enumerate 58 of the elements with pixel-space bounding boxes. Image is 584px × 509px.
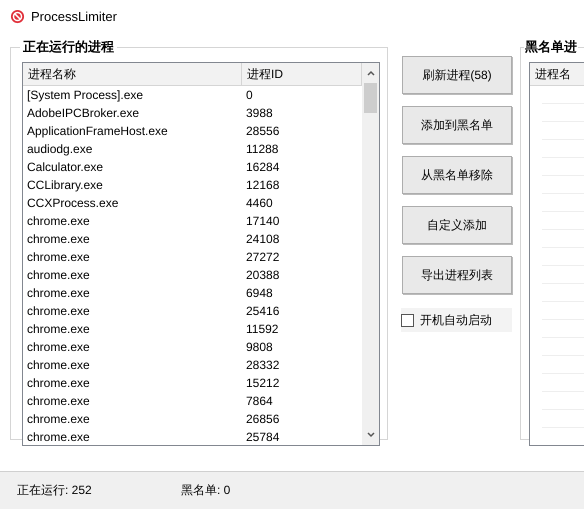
table-cell-text: chrome.exe: [26, 321, 91, 338]
table-cell-text: 27272: [245, 249, 280, 266]
table-cell-text: chrome.exe: [26, 375, 91, 392]
table-cell-text: 20388: [245, 267, 280, 284]
table-cell-text: 25784: [245, 429, 280, 445]
table-cell-text: ApplicationFrameHost.exe: [26, 123, 169, 140]
table-cell-text: 7864: [245, 393, 274, 410]
scroll-down-icon[interactable]: [366, 430, 376, 440]
table-cell-text: 28556: [245, 123, 280, 140]
table-cell-text: audiodg.exe: [26, 141, 94, 158]
scrollbar[interactable]: [362, 63, 379, 445]
table-cell-text: CCLibrary.exe: [26, 177, 104, 194]
status-text: 黑名单: 0: [181, 482, 230, 499]
table-cell-text: 4460: [245, 195, 274, 212]
table-cell-text: 28332: [245, 357, 280, 374]
table-cell-text: 25416: [245, 303, 280, 320]
table-cell-text: 15212: [245, 375, 280, 392]
table-cell-text: chrome.exe: [26, 285, 91, 302]
column-header[interactable]: 进程名称: [23, 63, 242, 85]
table-cell-text: chrome.exe: [26, 339, 91, 356]
app-icon: [10, 8, 25, 24]
table-cell-text: 17140: [245, 213, 280, 230]
table-cell-text: 26856: [245, 411, 280, 428]
group-title: 正在运行的进程: [22, 38, 115, 56]
window-title: ProcessLimiter: [31, 8, 117, 24]
table-cell-text: chrome.exe: [26, 249, 91, 266]
table-cell-text: chrome.exe: [26, 231, 91, 248]
table-cell-text: chrome.exe: [26, 357, 91, 374]
scroll-up-icon[interactable]: [366, 68, 376, 78]
table-cell-text: 12168: [245, 177, 280, 194]
scroll-thumb[interactable]: [364, 83, 377, 113]
table-cell-text: chrome.exe: [26, 393, 91, 410]
action-button[interactable]: 添加到黑名单: [402, 106, 512, 144]
table-cell-text: chrome.exe: [26, 267, 91, 284]
action-button[interactable]: 刷新进程(58): [402, 56, 512, 94]
table-cell-text: CCXProcess.exe: [26, 195, 120, 212]
action-button[interactable]: 导出进程列表: [402, 256, 512, 294]
table-cell-text: chrome.exe: [26, 429, 91, 445]
table-cell-text: 11288: [245, 141, 280, 158]
action-button[interactable]: 从黑名单移除: [402, 156, 512, 194]
table-cell-text: [System Process].exe: [26, 87, 144, 104]
status-text: 正在运行: 252: [17, 482, 93, 499]
table-cell-text: chrome.exe: [26, 213, 91, 230]
table-cell-text: 6948: [245, 285, 274, 302]
table-cell-text: AdobeIPCBroker.exe: [26, 105, 140, 122]
table-cell-text: chrome.exe: [26, 303, 91, 320]
column-header[interactable]: 进程名: [530, 63, 584, 85]
group-title: 黑名单进: [524, 38, 578, 56]
autostart-checkbox[interactable]: 开机自动启动: [401, 308, 512, 332]
table-cell-text: 9808: [245, 339, 274, 356]
table-cell-text: 16284: [245, 159, 280, 176]
table-cell-text: 11592: [245, 321, 280, 338]
table-cell-text: chrome.exe: [26, 411, 91, 428]
action-button[interactable]: 自定义添加: [402, 206, 512, 244]
table-cell-text: 24108: [245, 231, 280, 248]
table-cell-text: 3988: [245, 105, 274, 122]
table-cell-text: 0: [245, 87, 254, 104]
table-cell-text: Calculator.exe: [26, 159, 104, 176]
